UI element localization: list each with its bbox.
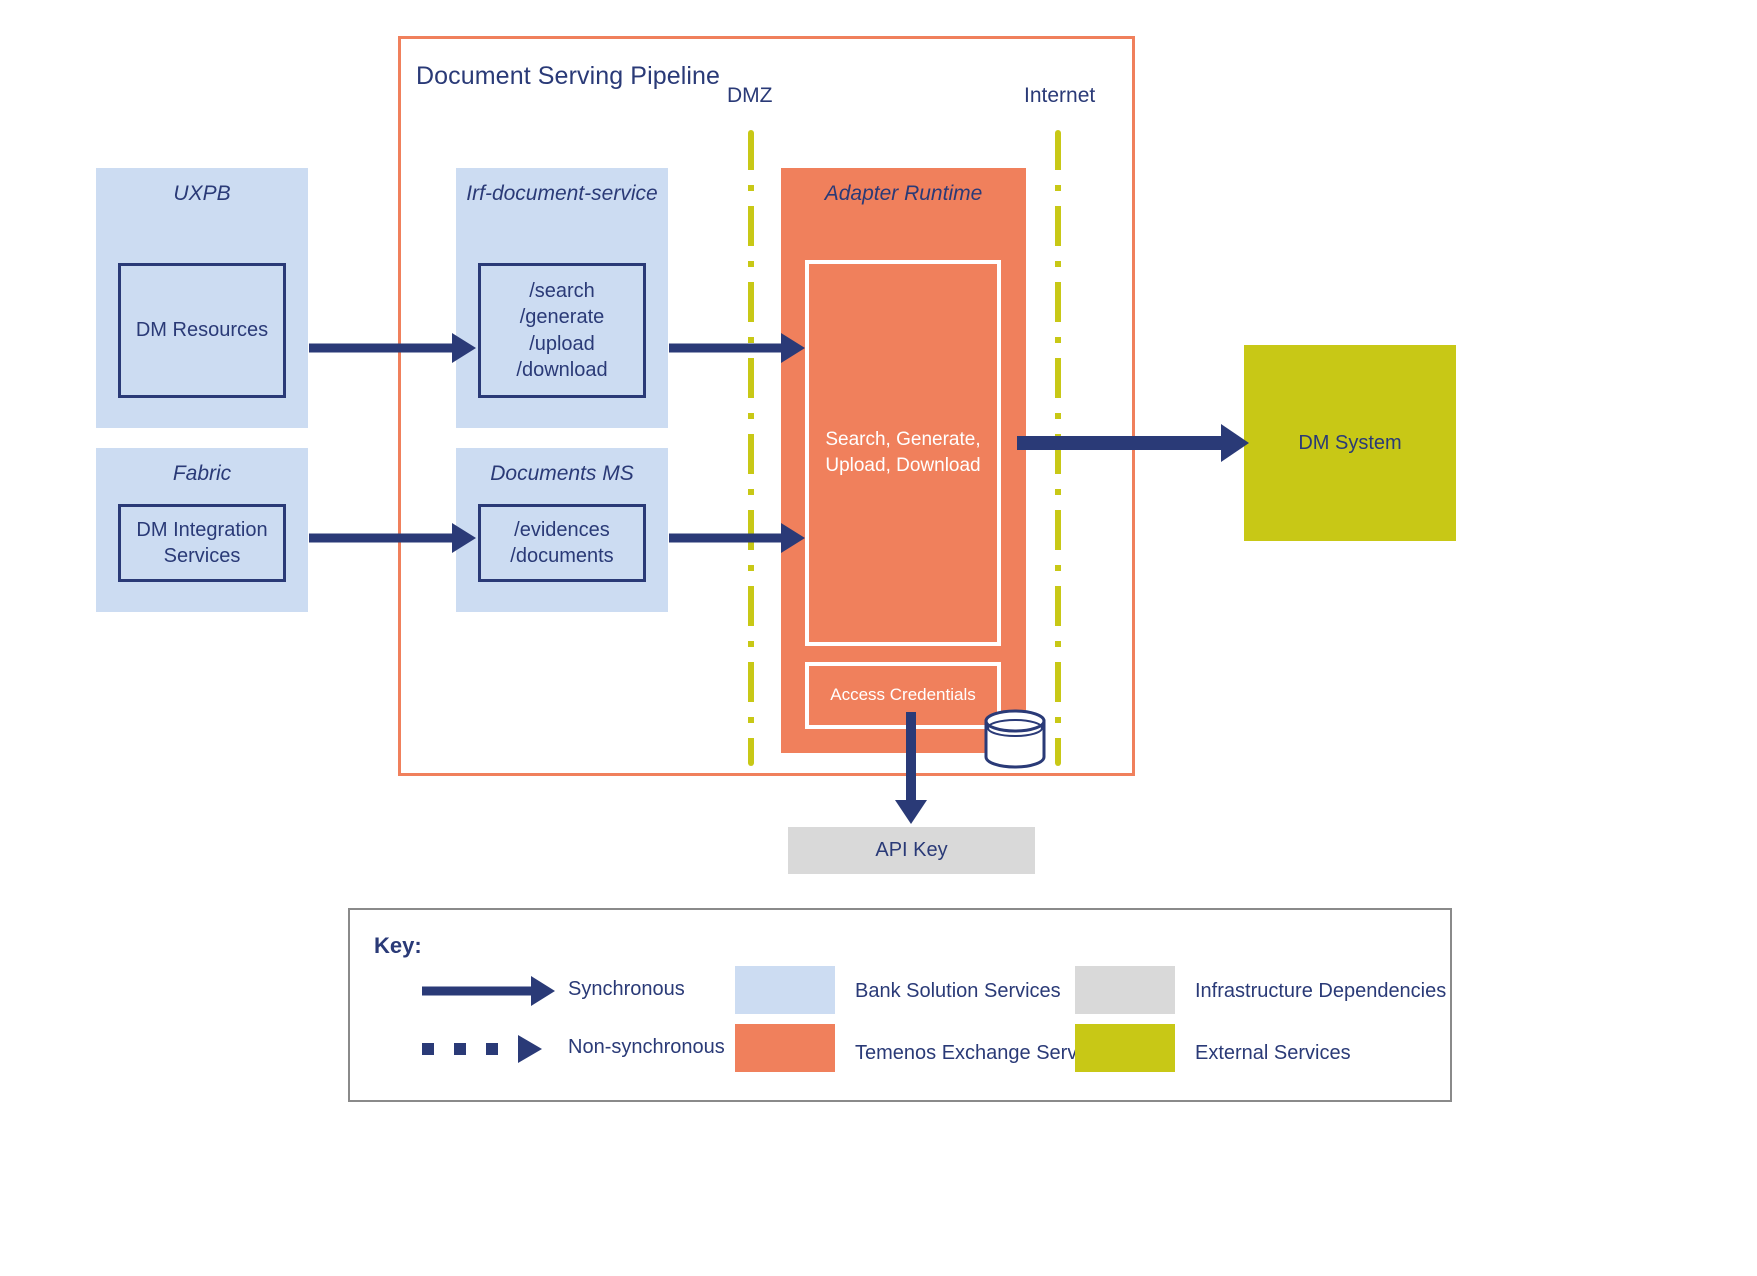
arrow-adapter-runtime-to-dm-system [1017,424,1249,462]
group-adapter-runtime-title: Adapter Runtime [824,182,983,205]
legend-solid-arrow-icon [422,976,555,1006]
dmz-boundary-line [748,130,754,766]
legend-title: Key: [374,933,422,958]
credentials-datastore-icon [983,709,1047,769]
group-irf-document-service-title: Irf-document-service [466,182,658,205]
legend-label-bank-solution-services: Bank Solution Services [855,980,1061,1002]
group-documents-ms: Documents MS /evidences /documents [456,448,668,612]
box-dm-integration-services: DM Integration Services [118,504,286,582]
legend-label-non-synchronous: Non-synchronous [568,1036,725,1058]
box-dm-system: DM System [1244,345,1456,541]
legend-label-synchronous: Synchronous [568,978,685,1000]
box-irf-endpoints: /search /generate /upload /download [478,263,646,398]
legend-swatch-infrastructure-dependencies [1075,966,1175,1014]
box-api-key: API Key [788,827,1035,874]
legend-swatch-temenos-exchange-services [735,1024,835,1072]
legend-swatch-bank-solution-services [735,966,835,1014]
box-dm-system-label: DM System [1298,431,1402,454]
zone-label-dmz: DMZ [727,84,773,107]
zone-label-internet: Internet [1024,84,1096,107]
legend-swatch-external-services [1075,1024,1175,1072]
group-documents-ms-title: Documents MS [490,462,634,485]
architecture-diagram: Document Serving Pipeline DMZ Internet U… [0,0,1757,1276]
box-dm-resources-label: DM Resources [135,319,269,341]
box-access-credentials-label: Access Credentials [830,685,976,705]
group-uxpb-title: UXPB [173,182,231,205]
pipeline-title: Document Serving Pipeline [416,62,721,90]
group-fabric: Fabric DM Integration Services [96,448,308,612]
box-dm-resources: DM Resources [118,263,286,398]
box-irf-endpoints-label: /search /generate /upload /download [516,279,608,381]
legend-dashed-arrow-icon [422,1035,555,1063]
group-adapter-runtime: Adapter Runtime Search, Generate, Upload… [781,168,1026,753]
arrow-irf-to-adapter-runtime [669,333,805,363]
arrow-documents-ms-to-adapter-runtime [669,523,805,553]
box-documents-ms-endpoints: /evidences /documents [478,504,646,582]
box-adapter-operations: Search, Generate, Upload, Download [805,260,1001,646]
arrow-uxpb-to-irf [309,333,476,363]
box-documents-ms-endpoints-label: /evidences /documents [510,518,614,567]
group-fabric-title: Fabric [172,462,232,485]
box-dm-integration-services-label: DM Integration Services [136,518,268,567]
box-adapter-operations-label: Search, Generate, Upload, Download [825,429,981,476]
arrow-fabric-to-documents-ms [309,523,476,553]
arrow-adapter-runtime-to-api-key [895,712,927,824]
group-uxpb: UXPB DM Resources [96,168,308,428]
legend-panel: Key: Synchronous Non-synchronous Bank So… [348,908,1452,1102]
legend-label-external-services: External Services [1195,1042,1351,1064]
legend-label-infrastructure-dependencies: Infrastructure Dependencies [1195,980,1447,1002]
group-irf-document-service: Irf-document-service /search /generate /… [456,168,668,428]
box-api-key-label: API Key [875,839,948,861]
